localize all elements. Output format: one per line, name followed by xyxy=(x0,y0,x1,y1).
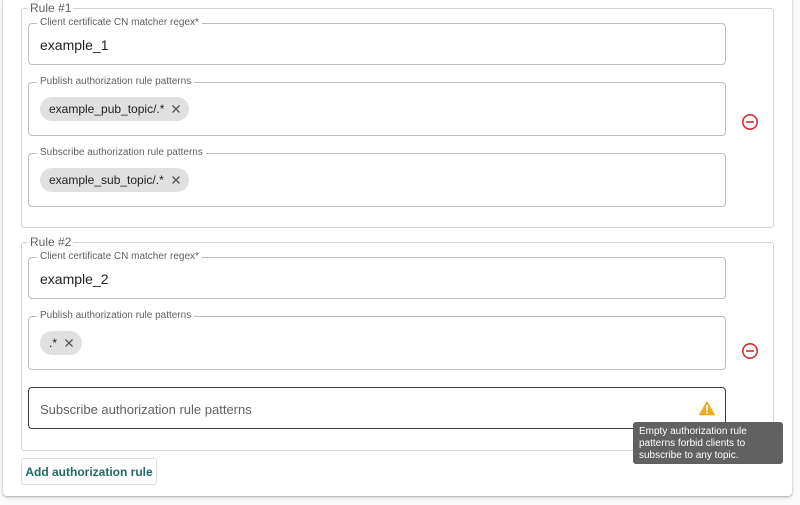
warning-tooltip: Empty authorization rule patterns forbid… xyxy=(633,422,783,464)
cn-matcher-field[interactable]: Client certificate CN matcher regex* exa… xyxy=(28,251,726,299)
rule-2-group: Rule #2 Client certificate CN matcher re… xyxy=(21,235,774,451)
remove-rule-button[interactable] xyxy=(741,342,759,360)
add-authorization-rule-button[interactable]: Add authorization rule xyxy=(21,458,157,485)
subscribe-placeholder: Subscribe authorization rule patterns xyxy=(40,402,252,417)
chip-label: example_pub_topic/.* xyxy=(49,102,165,116)
close-icon[interactable] xyxy=(171,104,181,114)
field-label: Publish authorization rule patterns xyxy=(37,76,195,88)
rule-1-group: Rule #1 Client certificate CN matcher re… xyxy=(21,1,774,228)
publish-patterns-field[interactable]: Publish authorization rule patterns .* xyxy=(28,310,726,370)
field-label: Client certificate CN matcher regex* xyxy=(37,17,202,29)
rule-legend: Rule #2 xyxy=(28,235,74,249)
pattern-chip: example_pub_topic/.* xyxy=(40,97,190,121)
field-label: Publish authorization rule patterns xyxy=(37,310,195,322)
pattern-chip: .* xyxy=(40,331,83,355)
remove-circle-outline-icon xyxy=(742,114,758,130)
field-label: Subscribe authorization rule patterns xyxy=(37,147,206,159)
subscribe-patterns-field[interactable]: Subscribe authorization rule patterns ex… xyxy=(28,147,726,207)
field-label: Client certificate CN matcher regex* xyxy=(37,251,202,263)
cn-matcher-field[interactable]: Client certificate CN matcher regex* exa… xyxy=(28,17,726,65)
subscribe-patterns-input[interactable]: Subscribe authorization rule patterns xyxy=(28,387,726,429)
remove-circle-outline-icon xyxy=(742,343,758,359)
close-icon[interactable] xyxy=(64,338,74,348)
cn-matcher-value: example_1 xyxy=(40,37,109,53)
pattern-chip: example_sub_topic/.* xyxy=(40,168,189,192)
rule-legend: Rule #1 xyxy=(28,1,74,15)
chip-label: .* xyxy=(49,336,58,350)
close-icon[interactable] xyxy=(171,175,181,185)
warning-icon xyxy=(698,400,716,416)
chip-label: example_sub_topic/.* xyxy=(49,173,164,187)
cn-matcher-value: example_2 xyxy=(40,271,109,287)
remove-rule-button[interactable] xyxy=(741,113,759,131)
publish-patterns-field[interactable]: Publish authorization rule patterns exam… xyxy=(28,76,726,136)
